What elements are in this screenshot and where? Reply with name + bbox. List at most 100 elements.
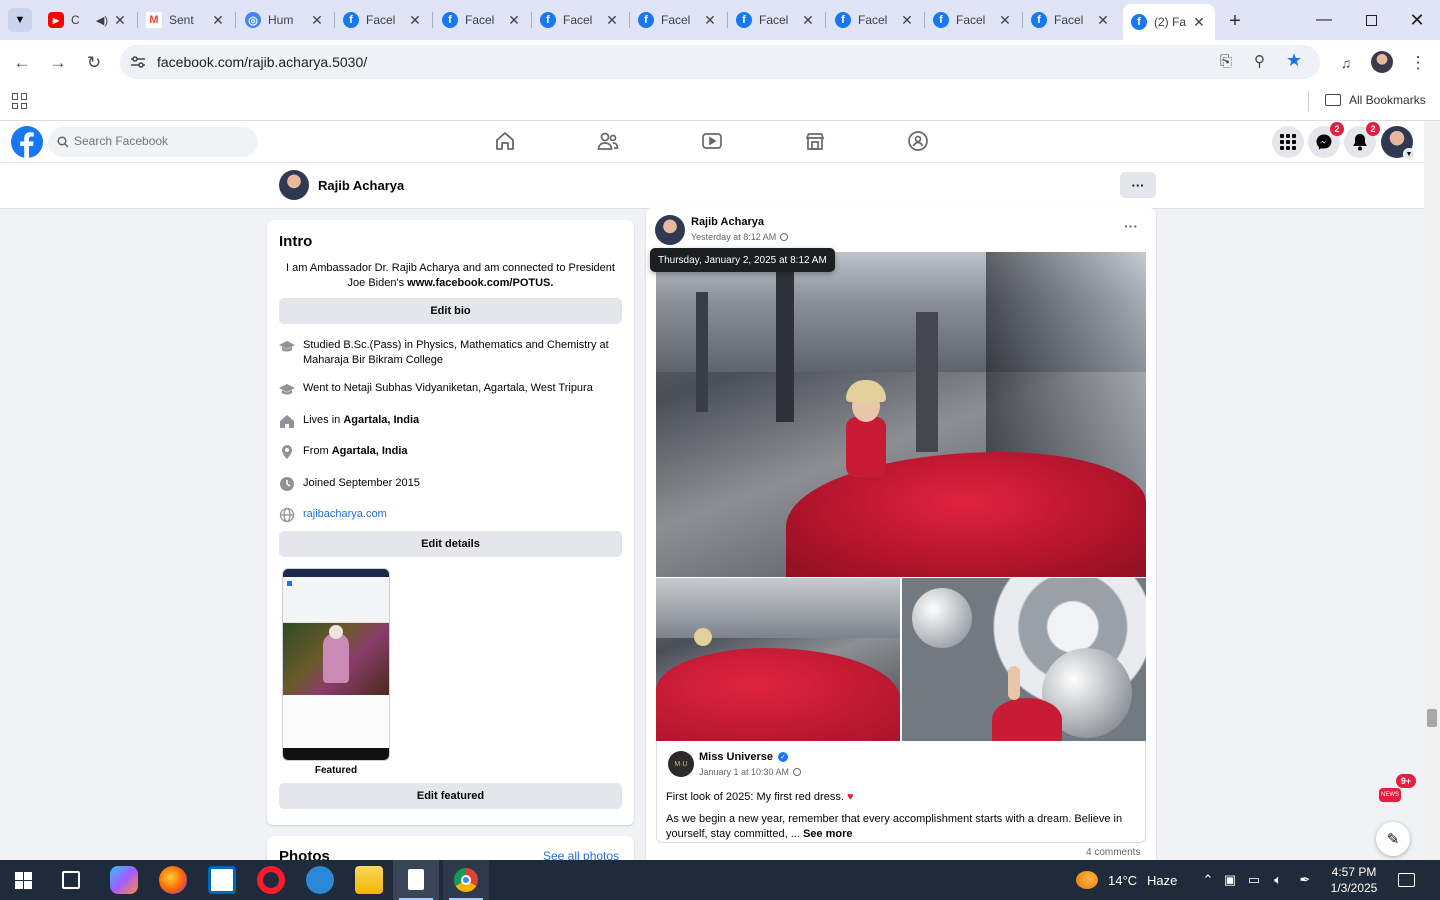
groups-icon[interactable] [906, 129, 930, 153]
account-avatar[interactable]: ▼ [1381, 126, 1415, 160]
close-tab-icon[interactable]: ✕ [407, 12, 423, 29]
all-bookmarks-button[interactable]: All Bookmarks [1325, 93, 1426, 107]
windows-start-icon[interactable] [15, 872, 32, 889]
tab-audio-icon[interactable]: ◀) [96, 14, 108, 27]
volume-icon[interactable]: 🔈︎ [1266, 872, 1290, 888]
back-button[interactable]: ← [9, 50, 35, 76]
task-view-icon[interactable] [62, 871, 80, 889]
post-image-3[interactable] [902, 578, 1146, 741]
browser-tab[interactable]: f Facel ✕ [827, 6, 923, 34]
close-tab-icon[interactable]: ✕ [112, 12, 128, 29]
website-link[interactable]: rajibacharya.com [303, 507, 387, 523]
video-icon[interactable] [700, 129, 724, 153]
browser-tab[interactable]: ▶ C ◀) ✕ [40, 6, 136, 34]
clock[interactable]: 4:57 PM 1/3/2025 [1318, 860, 1390, 900]
comments-count[interactable]: 4 comments [1086, 847, 1140, 858]
close-tab-icon[interactable]: ✕ [506, 12, 522, 29]
chrome-menu-button[interactable]: ⋮ [1405, 50, 1431, 76]
close-window-button[interactable]: ✕ [1394, 0, 1440, 40]
chrome-app-active[interactable] [443, 860, 489, 900]
browser-tab[interactable]: f Facel ✕ [925, 6, 1021, 34]
close-tab-icon[interactable]: ✕ [997, 12, 1013, 29]
address-bar[interactable]: facebook.com/rajib.acharya.5030/ ⎘ ⚲ ★ [120, 45, 1320, 79]
post-author-avatar[interactable] [655, 215, 685, 245]
facebook-logo-icon[interactable] [11, 126, 43, 158]
firefox-app-icon[interactable] [159, 866, 187, 894]
see-more-link[interactable]: See more [803, 828, 853, 840]
bio-link[interactable]: www.facebook.com/POTUS. [407, 277, 553, 289]
friends-icon[interactable] [596, 129, 620, 153]
store-app-icon[interactable] [208, 866, 236, 894]
file-explorer-app-icon[interactable] [355, 866, 383, 894]
notepad-app-active[interactable] [393, 860, 439, 900]
post-main-image[interactable] [656, 252, 1146, 577]
browser-tab[interactable]: f Facel ✕ [630, 6, 726, 34]
notifications-button[interactable]: 2 [1344, 122, 1380, 158]
opera-app-icon[interactable] [257, 866, 285, 894]
menu-button[interactable] [1272, 126, 1304, 158]
action-center-button[interactable] [1398, 860, 1415, 900]
chevron-up-icon[interactable]: ⌃ [1198, 872, 1218, 888]
close-tab-icon[interactable]: ✕ [309, 12, 325, 29]
browser-tab[interactable]: f (2) Fa ✕ [1123, 4, 1215, 40]
profile-name[interactable]: Rajib Acharya [318, 178, 404, 193]
shared-post[interactable]: M·U Miss Universe ✓ January 1 at 10:30 A… [656, 741, 1146, 843]
browser-tab[interactable]: f Facel ✕ [335, 6, 431, 34]
browser-tab[interactable]: f Facel ✕ [532, 6, 628, 34]
edit-bio-button[interactable]: Edit bio [279, 298, 622, 324]
scrollbar-thumb[interactable] [1427, 709, 1437, 727]
new-message-button[interactable]: ✎ [1376, 822, 1410, 856]
from-place[interactable]: Agartala, India [332, 445, 408, 457]
forward-button[interactable]: → [45, 50, 71, 76]
bookmark-star-icon[interactable]: ★ [1286, 50, 1302, 71]
browser-tab[interactable]: M Sent ✕ [138, 6, 234, 34]
post-timestamp[interactable]: Yesterday at 8:12 AM [691, 232, 789, 242]
site-info-icon[interactable] [130, 55, 146, 69]
network-icon[interactable]: ▭ [1242, 872, 1266, 888]
browser-tab[interactable]: f Facel ✕ [728, 6, 824, 34]
browser-tab[interactable]: ◎ Hum ✕ [237, 6, 333, 34]
tab-search-button[interactable]: ▼ [8, 8, 32, 32]
profile-avatar[interactable] [279, 170, 309, 200]
search-input[interactable] [74, 134, 244, 148]
meet-now-icon[interactable]: ▣ [1218, 872, 1242, 888]
post-author-name[interactable]: Rajib Acharya [691, 216, 764, 228]
shared-author-avatar[interactable]: M·U [668, 751, 694, 777]
maximize-button[interactable] [1348, 0, 1394, 40]
close-tab-icon[interactable]: ✕ [702, 12, 718, 29]
shared-timestamp[interactable]: January 1 at 10:30 AM [699, 767, 802, 777]
edit-details-button[interactable]: Edit details [279, 531, 622, 557]
featured-item[interactable] [282, 568, 390, 761]
close-tab-icon[interactable]: ✕ [800, 12, 816, 29]
home-icon[interactable] [493, 129, 517, 153]
browser-tab[interactable]: f Facel ✕ [1023, 6, 1119, 34]
page-scrollbar[interactable] [1424, 121, 1440, 860]
minimize-button[interactable]: — [1301, 0, 1347, 40]
browser-tab[interactable]: f Facel ✕ [434, 6, 530, 34]
remote-desktop-app-icon[interactable] [306, 866, 334, 894]
apps-grid-icon[interactable] [12, 93, 28, 109]
news-widget-button[interactable]: NEWS 9+ [1376, 774, 1416, 810]
facebook-search[interactable] [48, 127, 258, 157]
marketplace-icon[interactable] [803, 129, 827, 153]
messenger-button[interactable]: 2 [1308, 122, 1344, 158]
close-tab-icon[interactable]: ✕ [1095, 12, 1111, 29]
close-tab-icon[interactable]: ✕ [1191, 14, 1207, 31]
reload-button[interactable]: ↻ [81, 50, 107, 76]
shared-author-name[interactable]: Miss Universe [699, 751, 773, 763]
install-app-icon[interactable]: ⎘ [1220, 53, 1232, 70]
close-tab-icon[interactable]: ✕ [899, 12, 915, 29]
profile-more-button[interactable]: ··· [1120, 172, 1156, 198]
weather-widget[interactable]: 14°C Haze [1076, 860, 1177, 900]
pen-icon[interactable]: ✒ [1290, 872, 1320, 888]
lives-in-place[interactable]: Agartala, India [343, 414, 419, 426]
new-tab-button[interactable]: + [1222, 8, 1248, 34]
media-controls-button[interactable]: ♫ [1333, 50, 1359, 76]
close-tab-icon[interactable]: ✕ [210, 12, 226, 29]
post-options-button[interactable]: ··· [1124, 218, 1138, 234]
edit-featured-button[interactable]: Edit featured [279, 783, 622, 809]
copilot-app-icon[interactable] [110, 866, 138, 894]
zoom-icon[interactable]: ⚲ [1254, 52, 1265, 70]
close-tab-icon[interactable]: ✕ [604, 12, 620, 29]
profile-avatar-button[interactable] [1371, 51, 1393, 73]
